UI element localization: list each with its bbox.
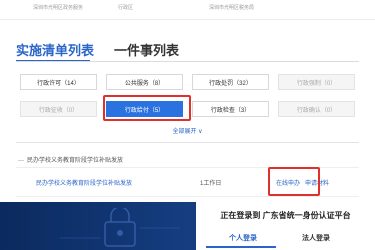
tab-one-thing-list[interactable]: 一件事列表 <box>114 40 179 59</box>
lock-graphic-icon <box>60 208 180 247</box>
tabs-divider <box>16 61 359 62</box>
service-group-title: — 民办学校义务教育阶段学位补贴发放 <box>18 155 123 164</box>
service-list-page: 深圳市光明区政务服务 行政区 深圳市光明区税务局 实施清单列表 一件事列表 行政… <box>0 0 375 250</box>
category-administrative-license[interactable]: 行政许可（14） <box>20 74 97 90</box>
category-administrative-enforcement: 行政强制（0） <box>278 74 355 90</box>
category-administrative-levy: 行政征收（0） <box>20 101 97 117</box>
top-breadcrumb-strip: 深圳市光明区政务服务 行政区 深圳市光明区税务局 <box>0 0 375 20</box>
crumb-district[interactable]: 行政区 <box>118 4 133 11</box>
group-title-text: 民办学校义务教育阶段学位补贴发放 <box>27 158 124 164</box>
crumb-region[interactable]: 深圳市光明区政务服务 <box>33 4 83 11</box>
tab-personal-login[interactable]: 个人登录 <box>229 233 257 243</box>
login-tab-underline <box>206 246 276 248</box>
service-item-name-link[interactable]: 民办学校义务教育阶段学位补贴发放 <box>36 178 132 187</box>
service-item-row: 民办学校义务教育阶段学位补贴发放 1工作日 在线申办 申请材料 <box>16 167 359 197</box>
crumb-bureau[interactable]: 深圳市光明区税务局 <box>209 4 254 11</box>
section-divider <box>16 142 359 143</box>
list-tabs: 实施清单列表 一件事列表 <box>16 40 361 62</box>
category-administrative-inspection[interactable]: 行政检查（3） <box>192 101 269 117</box>
category-administrative-penalty[interactable]: 行政处罚（32） <box>192 74 269 90</box>
category-public-service[interactable]: 公共服务（8） <box>106 74 183 90</box>
tab-implementation-list[interactable]: 实施清单列表 <box>16 40 94 59</box>
login-panel: 正在登录到 广东省统一身份认证平台 个人登录 法人登录 <box>196 202 375 250</box>
tab-legal-person-login[interactable]: 法人登录 <box>302 233 330 243</box>
category-administrative-payment[interactable]: 行政给付（5） <box>106 101 183 117</box>
login-title: 正在登录到 广东省统一身份认证平台 <box>220 211 351 220</box>
service-item-time-limit: 1工作日 <box>200 181 222 187</box>
category-administrative-confirmation: 行政确认（0） <box>278 101 355 117</box>
group-dash: — <box>18 158 24 164</box>
application-materials-link[interactable]: 申请材料 <box>305 178 329 187</box>
expand-all-link[interactable]: 全部展开 ∨ <box>0 126 375 135</box>
apply-online-link[interactable]: 在线申办 <box>276 178 300 187</box>
